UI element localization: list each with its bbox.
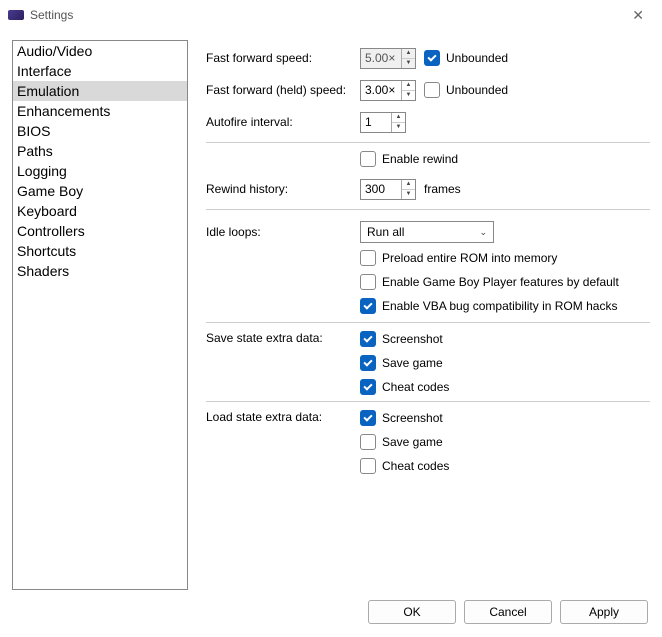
separator [206, 209, 650, 210]
rewind-history-label: Rewind history: [206, 182, 360, 196]
load-screenshot-checkbox[interactable]: Screenshot [360, 410, 443, 426]
ok-button[interactable]: OK [368, 600, 456, 624]
ff-held-unbounded-label: Unbounded [446, 83, 508, 97]
ff-speed-input[interactable] [361, 49, 401, 68]
ff-speed-label: Fast forward speed: [206, 51, 360, 65]
spin-up-icon[interactable]: ▲ [402, 49, 415, 59]
gb-player-label: Enable Game Boy Player features by defau… [382, 275, 619, 289]
load-savegame-label: Save game [382, 435, 443, 449]
load-savegame-checkbox[interactable]: Save game [360, 434, 443, 450]
ff-unbounded-label: Unbounded [446, 51, 508, 65]
autofire-label: Autofire interval: [206, 115, 360, 129]
save-cheats-checkbox[interactable]: Cheat codes [360, 379, 449, 395]
idle-loops-label: Idle loops: [206, 225, 360, 239]
save-cheats-label: Cheat codes [382, 380, 449, 394]
ff-held-speed-label: Fast forward (held) speed: [206, 83, 360, 97]
idle-loops-dropdown[interactable]: Run all ⌄ [360, 221, 494, 243]
rewind-history-input[interactable] [361, 180, 401, 199]
load-cheats-checkbox[interactable]: Cheat codes [360, 458, 449, 474]
save-extra-label: Save state extra data: [206, 331, 360, 345]
cancel-button[interactable]: Cancel [464, 600, 552, 624]
load-extra-label: Load state extra data: [206, 410, 360, 424]
ff-held-speed-input[interactable] [361, 81, 401, 100]
save-screenshot-checkbox[interactable]: Screenshot [360, 331, 443, 347]
idle-loops-value: Run all [367, 225, 404, 239]
dialog-footer: OK Cancel Apply [0, 590, 662, 634]
ff-unbounded-checkbox[interactable]: Unbounded [424, 50, 508, 66]
titlebar: Settings ✕ [0, 0, 662, 30]
sidebar-item-audio-video[interactable]: Audio/Video [13, 41, 187, 61]
sidebar-item-emulation[interactable]: Emulation [13, 81, 187, 101]
separator [206, 401, 650, 402]
spin-down-icon[interactable]: ▼ [402, 190, 415, 199]
frames-unit-label: frames [424, 182, 461, 196]
vba-bug-checkbox[interactable]: Enable VBA bug compatibility in ROM hack… [360, 298, 650, 314]
autofire-input[interactable] [361, 113, 391, 132]
window-title: Settings [30, 8, 622, 22]
sidebar-item-bios[interactable]: BIOS [13, 121, 187, 141]
preload-rom-label: Preload entire ROM into memory [382, 251, 557, 265]
settings-panel: Fast forward speed: ▲▼ Unbounded Fast fo… [188, 40, 650, 590]
load-cheats-label: Cheat codes [382, 459, 449, 473]
enable-rewind-checkbox[interactable]: Enable rewind [360, 151, 650, 167]
close-button[interactable]: ✕ [622, 3, 654, 28]
sidebar-item-interface[interactable]: Interface [13, 61, 187, 81]
vba-bug-label: Enable VBA bug compatibility in ROM hack… [382, 299, 617, 313]
sidebar-item-shortcuts[interactable]: Shortcuts [13, 241, 187, 261]
spin-up-icon[interactable]: ▲ [392, 113, 405, 123]
sidebar-item-controllers[interactable]: Controllers [13, 221, 187, 241]
ff-speed-spinbox[interactable]: ▲▼ [360, 48, 416, 69]
spin-down-icon[interactable]: ▼ [392, 123, 405, 132]
save-screenshot-label: Screenshot [382, 332, 443, 346]
separator [206, 322, 650, 323]
gb-player-checkbox[interactable]: Enable Game Boy Player features by defau… [360, 274, 650, 290]
sidebar-item-enhancements[interactable]: Enhancements [13, 101, 187, 121]
autofire-spinbox[interactable]: ▲▼ [360, 112, 406, 133]
apply-button[interactable]: Apply [560, 600, 648, 624]
sidebar: Audio/VideoInterfaceEmulationEnhancement… [12, 40, 188, 590]
spin-up-icon[interactable]: ▲ [402, 180, 415, 190]
app-icon [8, 10, 24, 20]
sidebar-item-shaders[interactable]: Shaders [13, 261, 187, 281]
ff-held-unbounded-checkbox[interactable]: Unbounded [424, 82, 508, 98]
sidebar-item-keyboard[interactable]: Keyboard [13, 201, 187, 221]
rewind-history-spinbox[interactable]: ▲▼ [360, 179, 416, 200]
spin-down-icon[interactable]: ▼ [402, 91, 415, 100]
preload-rom-checkbox[interactable]: Preload entire ROM into memory [360, 250, 650, 266]
spin-up-icon[interactable]: ▲ [402, 81, 415, 91]
chevron-down-icon: ⌄ [479, 227, 487, 238]
sidebar-item-paths[interactable]: Paths [13, 141, 187, 161]
sidebar-item-game-boy[interactable]: Game Boy [13, 181, 187, 201]
ff-held-speed-spinbox[interactable]: ▲▼ [360, 80, 416, 101]
sidebar-item-logging[interactable]: Logging [13, 161, 187, 181]
separator [206, 142, 650, 143]
save-savegame-label: Save game [382, 356, 443, 370]
save-savegame-checkbox[interactable]: Save game [360, 355, 443, 371]
spin-down-icon[interactable]: ▼ [402, 59, 415, 68]
load-screenshot-label: Screenshot [382, 411, 443, 425]
enable-rewind-label: Enable rewind [382, 152, 458, 166]
